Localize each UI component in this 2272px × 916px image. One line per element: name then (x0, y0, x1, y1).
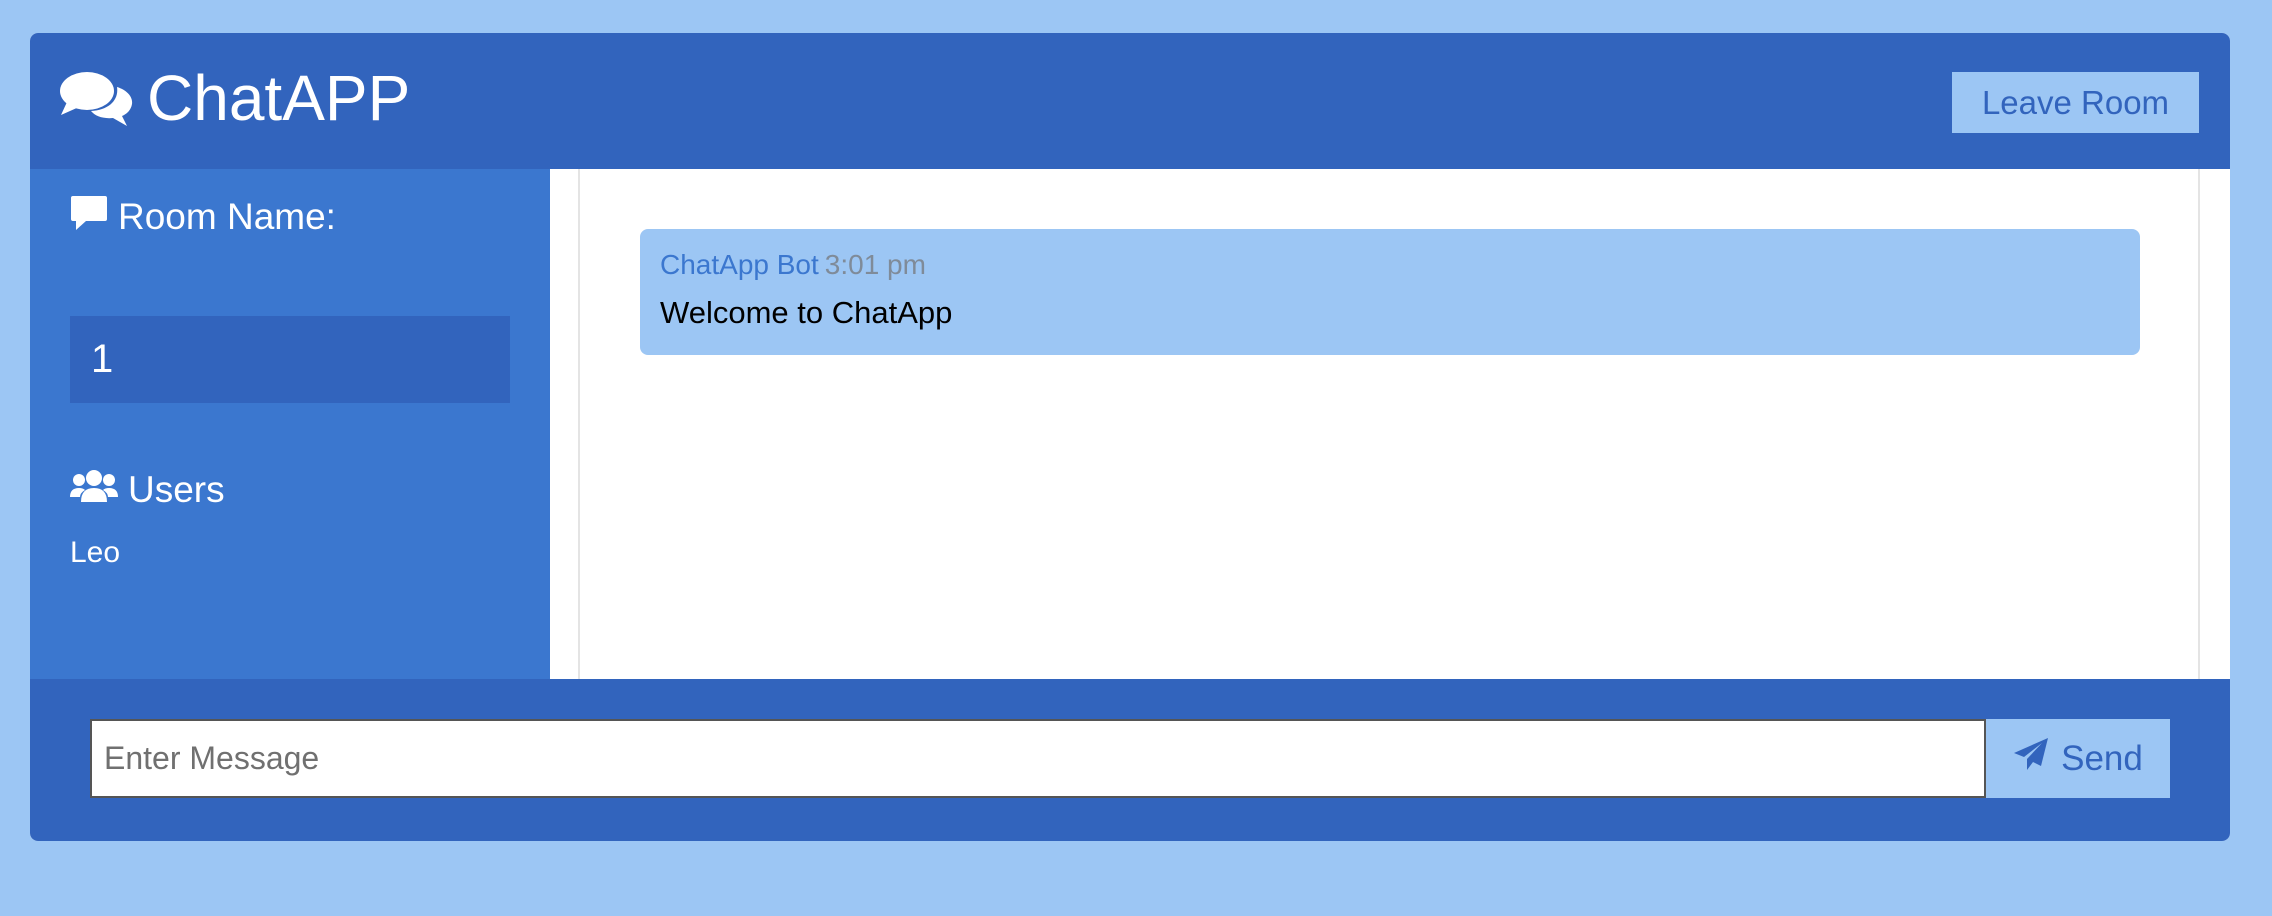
paper-plane-icon (2013, 737, 2049, 780)
message-composer: Send (30, 679, 2230, 841)
message-bubble: ChatApp Bot 3:01 pm Welcome to ChatApp (640, 229, 2140, 355)
users-icon (70, 469, 118, 512)
brand: ChatAPP (59, 63, 410, 133)
chat-window: ChatAPP Leave Room Room Name: 1 Users Le… (30, 33, 2230, 841)
room-name-value: 1 (70, 316, 510, 403)
divider (578, 169, 580, 679)
comment-icon (70, 194, 108, 241)
message-meta: ChatApp Bot 3:01 pm (660, 251, 2120, 279)
users-heading: Users (70, 465, 225, 515)
divider (2198, 169, 2200, 679)
app-header: ChatAPP Leave Room (30, 33, 2230, 169)
send-label: Send (2061, 738, 2143, 778)
app-title: ChatAPP (147, 62, 411, 134)
room-name-heading: Room Name: (70, 192, 336, 242)
room-name-label: Room Name: (118, 196, 336, 237)
message-time: 3:01 pm (824, 249, 926, 280)
message-author: ChatApp Bot (660, 249, 819, 280)
message-text: Welcome to ChatApp (660, 295, 953, 330)
users-label: Users (128, 469, 225, 510)
sidebar: Room Name: 1 Users Leo (30, 169, 550, 679)
user-list-item: Leo (70, 536, 121, 569)
comments-icon (59, 69, 133, 127)
send-button[interactable]: Send (1986, 719, 2170, 798)
leave-room-button[interactable]: Leave Room (1952, 72, 2199, 133)
message-input[interactable] (90, 719, 1986, 798)
